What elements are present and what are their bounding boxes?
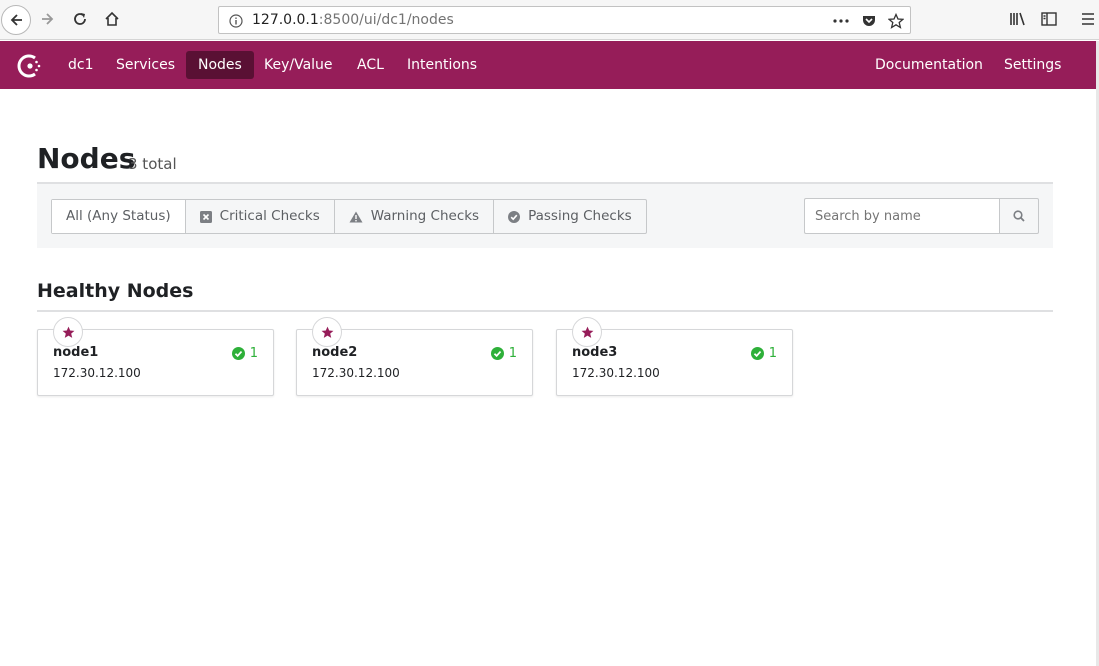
library-icon: [1010, 12, 1025, 26]
nav-settings[interactable]: Settings: [992, 51, 1073, 79]
datacenter-selector[interactable]: dc1: [56, 51, 106, 79]
nav-acl[interactable]: ACL: [345, 51, 396, 79]
passing-count: 1: [249, 346, 258, 361]
warning-icon: [349, 211, 363, 222]
nav-services[interactable]: Services: [104, 51, 187, 79]
filter-passing-label: Passing Checks: [528, 208, 632, 224]
forward-arrow-icon: [42, 13, 54, 25]
section-title: Healthy Nodes: [37, 280, 194, 302]
info-icon[interactable]: [227, 12, 245, 30]
bookmark-star-icon[interactable]: [887, 12, 905, 30]
favorite-star-button[interactable]: [572, 317, 602, 347]
filter-bar: All (Any Status) Critical Checks Warning…: [37, 184, 1053, 248]
filter-critical-label: Critical Checks: [219, 208, 320, 224]
node-card[interactable]: node2 172.30.12.100 1: [296, 317, 533, 396]
status-filter-group: All (Any Status) Critical Checks Warning…: [51, 199, 647, 234]
filter-passing[interactable]: Passing Checks: [493, 200, 646, 233]
search-button[interactable]: [999, 198, 1039, 234]
back-button[interactable]: [1, 5, 31, 35]
forward-button[interactable]: [34, 5, 62, 33]
node-name[interactable]: node2: [312, 345, 357, 360]
filter-all-label: All (Any Status): [66, 208, 171, 224]
passing-icon: [508, 210, 521, 223]
home-button[interactable]: [98, 5, 126, 33]
node-name[interactable]: node1: [53, 345, 98, 360]
sidebar-button[interactable]: [1035, 5, 1063, 33]
filter-critical[interactable]: Critical Checks: [184, 200, 334, 233]
hamburger-menu-icon: [1082, 13, 1094, 25]
passing-check-icon: [490, 347, 504, 360]
nav-documentation[interactable]: Documentation: [863, 51, 995, 79]
star-icon: [321, 326, 333, 338]
reload-icon: [74, 13, 86, 25]
star-icon: [581, 326, 593, 338]
node-card[interactable]: node1 172.30.12.100 1: [37, 317, 274, 396]
passing-check-icon: [231, 347, 245, 360]
back-arrow-icon: [10, 14, 22, 26]
node-address: 172.30.12.100: [53, 366, 141, 380]
page-title: Nodes: [37, 142, 136, 175]
passing-checks-badge: 1: [750, 346, 777, 361]
search-input[interactable]: [804, 198, 1000, 234]
url-path: :8500/ui/dc1/nodes: [318, 12, 454, 28]
node-address: 172.30.12.100: [312, 366, 400, 380]
filter-all[interactable]: All (Any Status): [52, 200, 185, 233]
pocket-icon[interactable]: [860, 12, 878, 30]
favorite-star-button[interactable]: [53, 317, 83, 347]
passing-checks-badge: 1: [490, 346, 517, 361]
node-card[interactable]: node3 172.30.12.100 1: [556, 317, 793, 396]
favorite-star-button[interactable]: [312, 317, 342, 347]
filter-warning[interactable]: Warning Checks: [333, 200, 493, 233]
section-divider: [37, 310, 1053, 312]
node-count: 3 total: [128, 155, 177, 173]
url-text[interactable]: 127.0.0.1:8500/ui/dc1/nodes: [252, 12, 454, 28]
nav-intentions[interactable]: Intentions: [395, 51, 489, 79]
filter-warning-label: Warning Checks: [370, 208, 480, 224]
library-button[interactable]: [1004, 5, 1032, 33]
passing-count: 1: [768, 346, 777, 361]
browser-toolbar: 127.0.0.1:8500/ui/dc1/nodes: [0, 0, 1099, 40]
critical-icon: [199, 210, 212, 223]
app-header: dc1 Services Nodes Key/Value ACL Intenti…: [0, 41, 1096, 89]
nav-nodes[interactable]: Nodes: [186, 51, 254, 79]
reload-button[interactable]: [66, 5, 94, 33]
passing-check-icon: [750, 347, 764, 360]
star-icon: [62, 326, 74, 338]
page-actions-icon[interactable]: [832, 12, 850, 30]
passing-count: 1: [508, 346, 517, 361]
sidebar-icon: [1041, 12, 1057, 26]
node-name[interactable]: node3: [572, 345, 617, 360]
url-host: 127.0.0.1: [252, 12, 319, 28]
nav-key-value[interactable]: Key/Value: [252, 51, 345, 79]
consul-logo-icon[interactable]: [16, 52, 44, 80]
home-icon: [105, 11, 119, 26]
node-address: 172.30.12.100: [572, 366, 660, 380]
search-icon: [1013, 210, 1025, 222]
url-bar[interactable]: 127.0.0.1:8500/ui/dc1/nodes: [218, 6, 911, 34]
passing-checks-badge: 1: [231, 346, 258, 361]
menu-button[interactable]: [1074, 5, 1099, 33]
